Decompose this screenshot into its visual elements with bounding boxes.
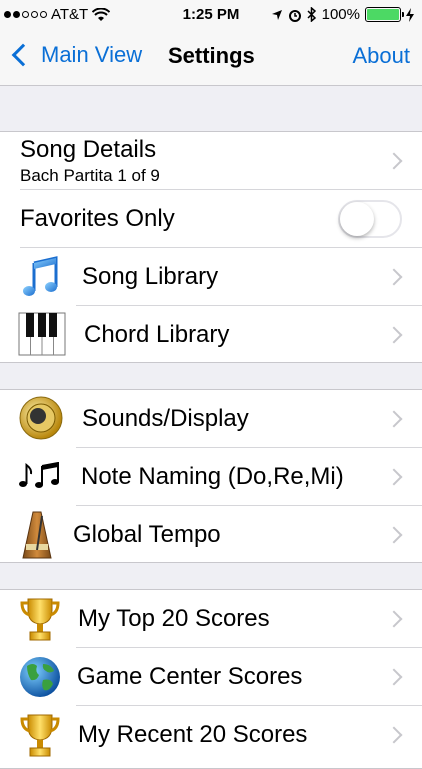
global-tempo-label: Global Tempo — [73, 521, 221, 548]
metronome-icon — [22, 511, 52, 559]
song-details-subtitle: Bach Partita 1 of 9 — [20, 166, 160, 185]
top-scores-row[interactable]: My Top 20 Scores — [0, 590, 422, 648]
alarm-clock-icon — [288, 9, 301, 22]
game-center-row[interactable]: Game Center Scores — [0, 648, 422, 706]
sounds-display-label: Sounds/Display — [82, 405, 249, 432]
settings-group-sound: Sounds/Display Note Naming (Do,Re,Mi) Gl… — [0, 389, 422, 563]
song-details-label: Song Details — [20, 136, 157, 163]
about-button[interactable]: About — [353, 43, 411, 69]
chevron-right-icon — [385, 152, 403, 170]
recent-scores-row[interactable]: My Recent 20 Scores — [0, 706, 422, 764]
chevron-right-icon — [385, 468, 403, 486]
chevron-right-icon — [385, 726, 403, 744]
bluetooth-icon — [307, 7, 316, 22]
music-notes-icon — [23, 256, 58, 296]
song-library-row[interactable]: Song Library — [0, 248, 422, 306]
chord-library-row[interactable]: Chord Library — [0, 306, 422, 364]
recent-scores-label: My Recent 20 Scores — [78, 721, 308, 748]
charging-bolt-icon — [406, 7, 414, 22]
eighth-notes-icon — [19, 462, 59, 488]
status-right: 100% — [271, 6, 414, 23]
battery-percent: 100% — [321, 6, 360, 23]
chevron-right-icon — [385, 268, 403, 286]
settings-group-scores: My Top 20 Scores Game Center Scores My R… — [0, 589, 422, 769]
chevron-right-icon — [385, 668, 403, 686]
song-details-row[interactable]: Song Details Bach Partita 1 of 9 — [0, 132, 422, 190]
chevron-right-icon — [385, 526, 403, 544]
chevron-left-icon — [11, 43, 35, 67]
chord-library-label: Chord Library — [84, 321, 230, 348]
navigation-bar: Main View Settings About — [0, 30, 422, 86]
favorites-only-row: Favorites Only — [0, 190, 422, 248]
note-naming-label: Note Naming (Do,Re,Mi) — [81, 463, 344, 490]
favorites-only-toggle[interactable] — [338, 200, 402, 238]
speaker-icon — [19, 396, 63, 440]
battery-icon — [365, 7, 404, 22]
trophy-icon — [20, 598, 60, 641]
piano-keys-icon — [18, 312, 66, 356]
settings-group-library: Song Details Bach Partita 1 of 9 Favorit… — [0, 131, 422, 363]
location-arrow-icon — [271, 9, 282, 20]
top-scores-label: My Top 20 Scores — [78, 605, 270, 632]
chevron-right-icon — [385, 326, 403, 344]
back-button-label: Main View — [41, 42, 143, 67]
sounds-display-row[interactable]: Sounds/Display — [0, 390, 422, 448]
song-library-label: Song Library — [82, 263, 219, 290]
global-tempo-row[interactable]: Global Tempo — [0, 506, 422, 564]
chevron-right-icon — [385, 610, 403, 628]
page-title: Settings — [168, 43, 255, 68]
back-button[interactable]: Main View — [10, 42, 142, 68]
game-center-label: Game Center Scores — [77, 663, 303, 690]
chevron-right-icon — [385, 410, 403, 428]
favorites-only-label: Favorites Only — [20, 205, 175, 232]
note-naming-row[interactable]: Note Naming (Do,Re,Mi) — [0, 448, 422, 506]
status-bar: AT&T 1:25 PM 100% — [0, 0, 422, 30]
trophy-icon — [20, 714, 60, 757]
globe-icon — [20, 657, 60, 697]
